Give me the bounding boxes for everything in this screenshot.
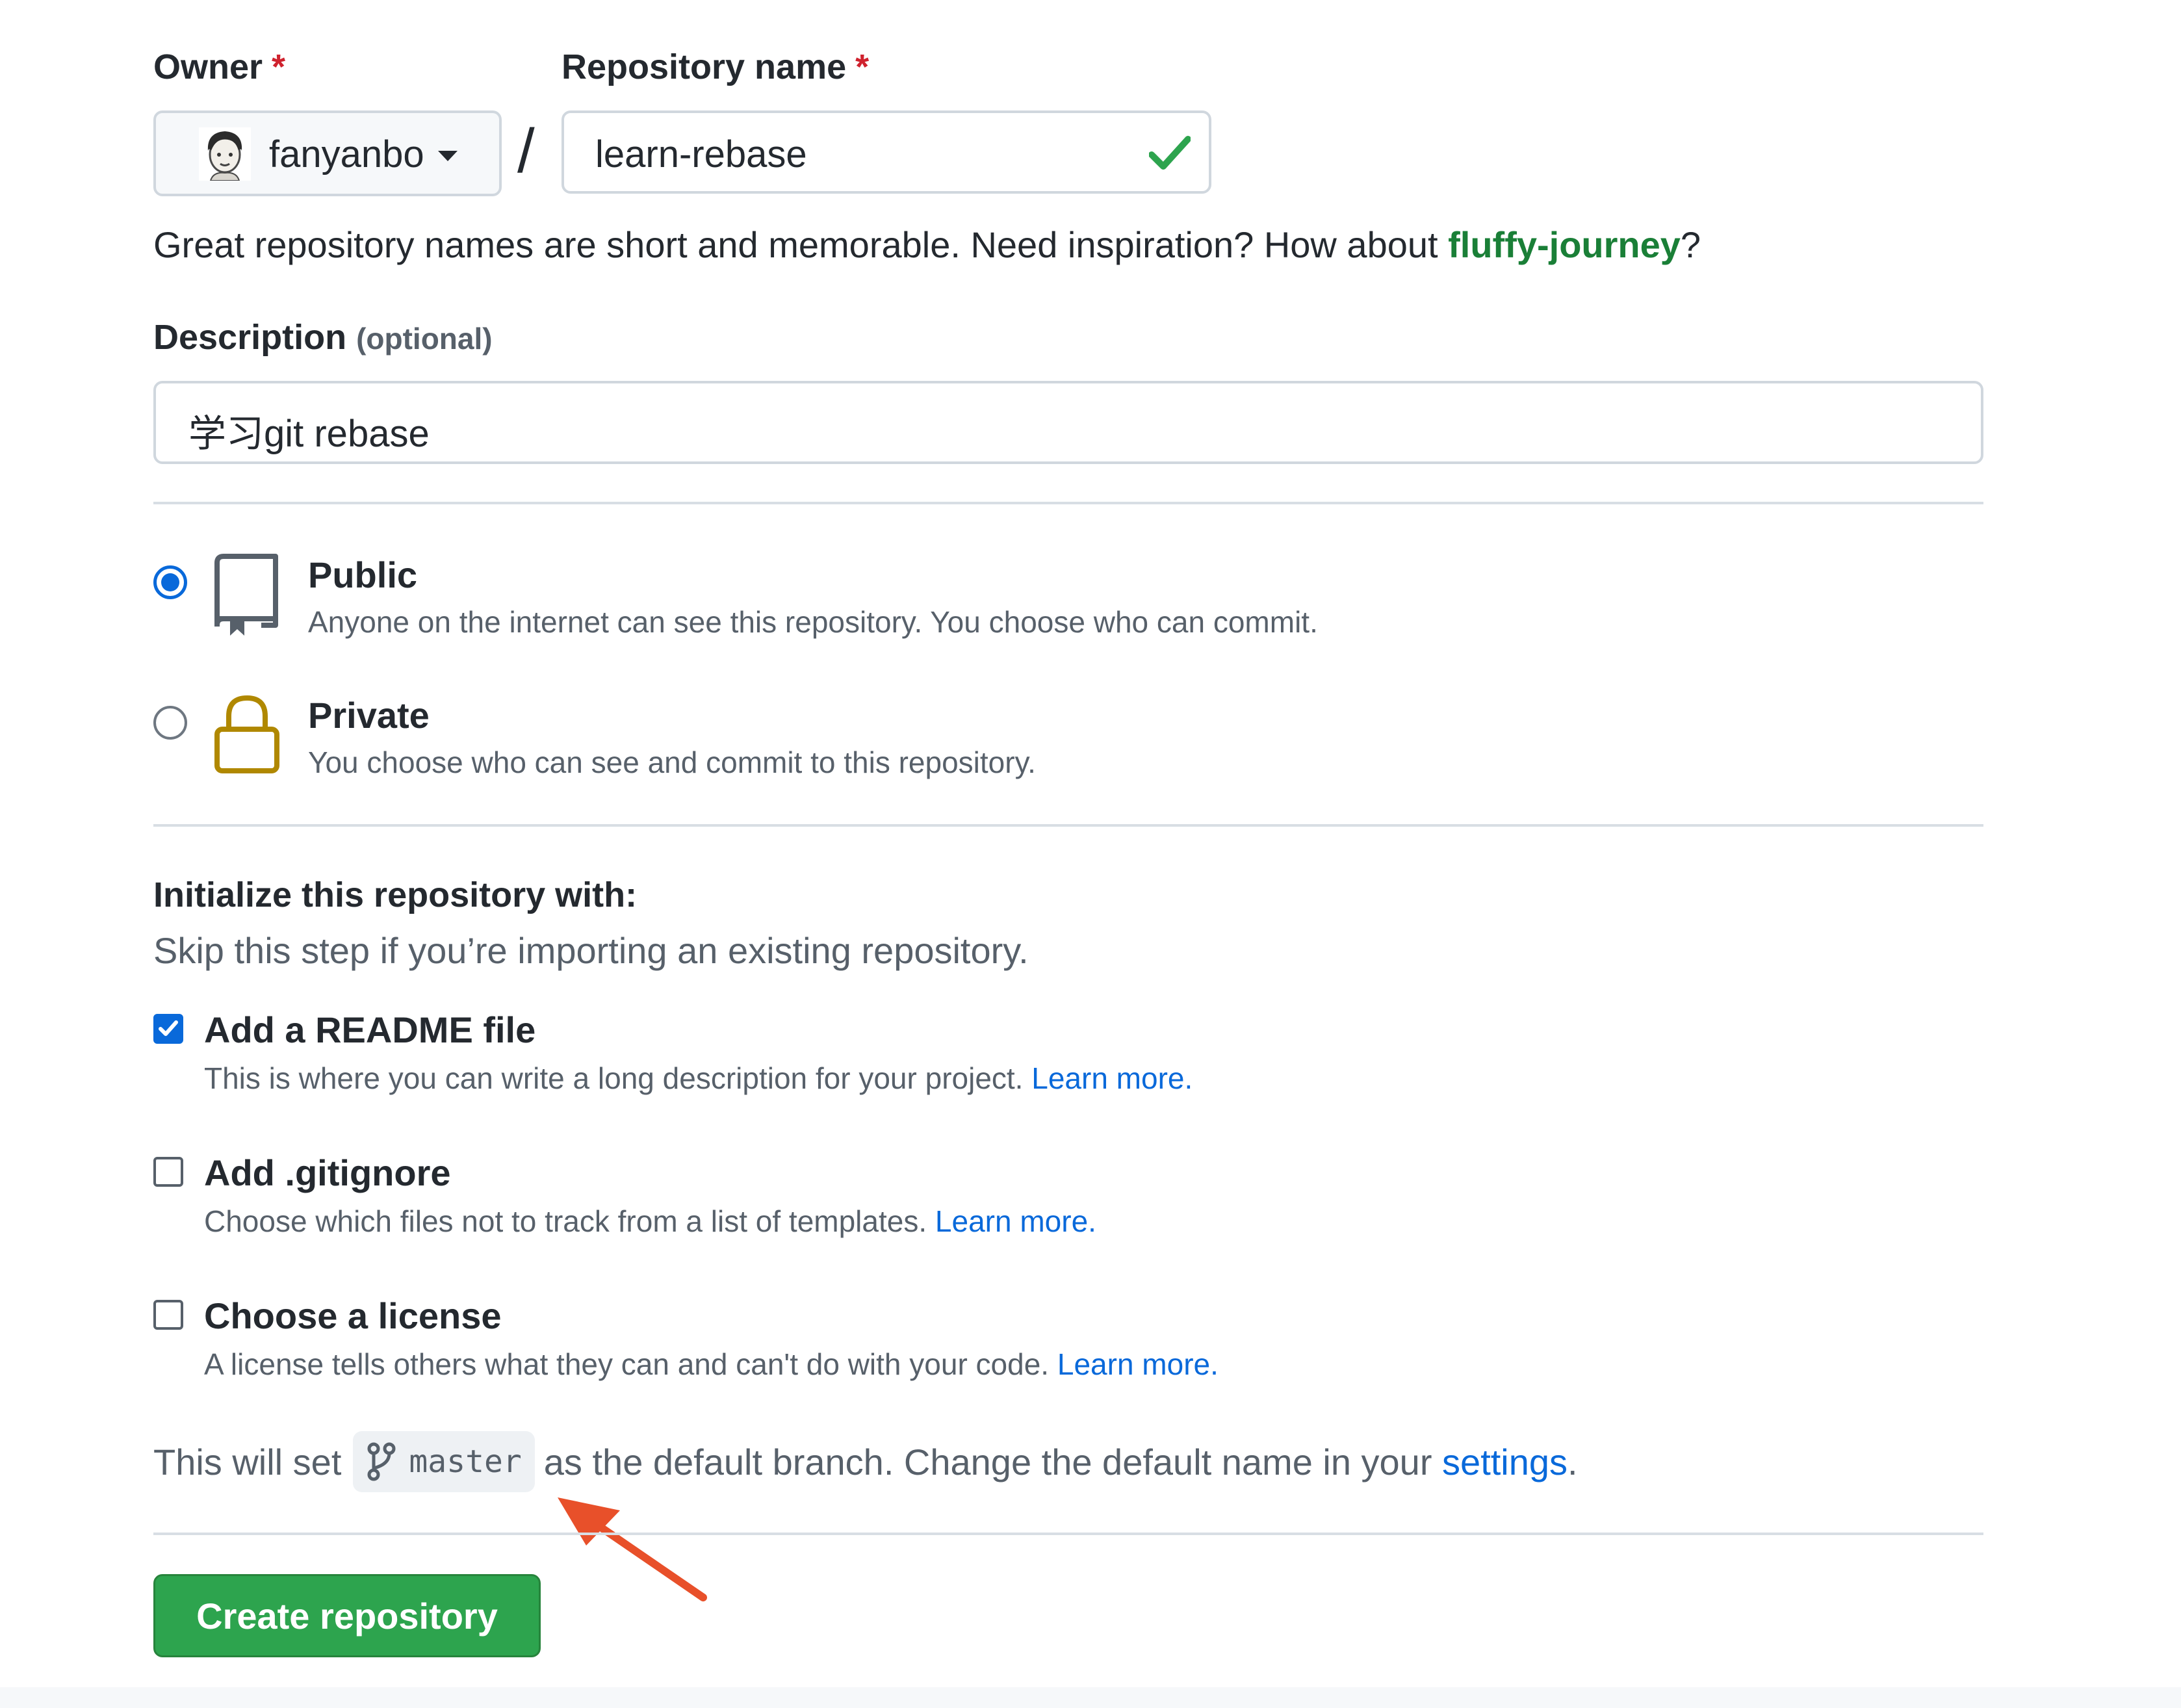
readme-learn-more-link[interactable]: Learn more. (1031, 1061, 1193, 1095)
description-input[interactable]: 学习git rebase (153, 381, 1983, 464)
caret-down-icon (438, 151, 458, 166)
public-desc: Anyone on the internet can see this repo… (308, 605, 1318, 639)
name-suggestion-link[interactable]: fluffy-journey (1448, 224, 1681, 265)
repo-name-value: learn-rebase (595, 133, 807, 175)
gitignore-checkbox[interactable] (153, 1157, 183, 1187)
readme-desc: This is where you can write a long descr… (204, 1061, 1193, 1095)
owner-label: Owner * (153, 47, 286, 86)
owner-repo-separator: / (517, 116, 535, 186)
checkmark-icon (159, 1020, 178, 1036)
private-desc: You choose who can see and commit to thi… (308, 745, 1036, 779)
gitignore-desc: Choose which files not to track from a l… (204, 1204, 1096, 1238)
owner-name: fanyanbo (269, 133, 424, 175)
repo-name-label: Repository name * (561, 47, 870, 86)
create-repository-button[interactable]: Create repository (153, 1574, 541, 1657)
description-label: Description (optional) (153, 318, 493, 357)
lock-icon (213, 694, 281, 778)
divider (153, 824, 1983, 827)
license-checkbox[interactable] (153, 1300, 183, 1330)
private-radio[interactable] (153, 706, 187, 740)
public-radio[interactable] (153, 565, 187, 599)
page-footer-band (0, 1687, 2181, 1708)
private-title: Private (308, 695, 430, 736)
divider (153, 502, 1983, 504)
divider (153, 1533, 1983, 1535)
gitignore-title[interactable]: Add .gitignore (204, 1152, 451, 1194)
repo-name-hint: Great repository names are short and mem… (153, 224, 1701, 265)
gitignore-learn-more-link[interactable]: Learn more. (935, 1204, 1096, 1238)
avatar (199, 127, 251, 181)
initialize-subtitle: Skip this step if you’re importing an ex… (153, 930, 1029, 971)
license-title[interactable]: Choose a license (204, 1295, 502, 1337)
initialize-title: Initialize this repository with: (153, 875, 638, 914)
annotation-arrow (558, 1497, 707, 1601)
description-value: 学习git rebase (188, 413, 430, 455)
repo-icon (213, 554, 281, 640)
public-title: Public (308, 554, 418, 595)
git-branch-icon (367, 1442, 396, 1481)
branch-chip: master (353, 1431, 535, 1492)
branch-name: master (409, 1443, 522, 1480)
optional-text: (optional) (356, 322, 493, 356)
repo-name-input[interactable]: learn-rebase (561, 110, 1211, 194)
check-icon (1148, 135, 1191, 175)
settings-link[interactable]: settings (1442, 1441, 1568, 1483)
license-desc: A license tells others what they can and… (204, 1347, 1219, 1381)
default-branch-line: This will set master as the default bran… (153, 1431, 1578, 1492)
readme-checkbox[interactable] (153, 1014, 183, 1044)
readme-title[interactable]: Add a README file (204, 1009, 536, 1051)
license-learn-more-link[interactable]: Learn more. (1057, 1347, 1219, 1381)
owner-select[interactable]: fanyanbo (153, 110, 502, 196)
